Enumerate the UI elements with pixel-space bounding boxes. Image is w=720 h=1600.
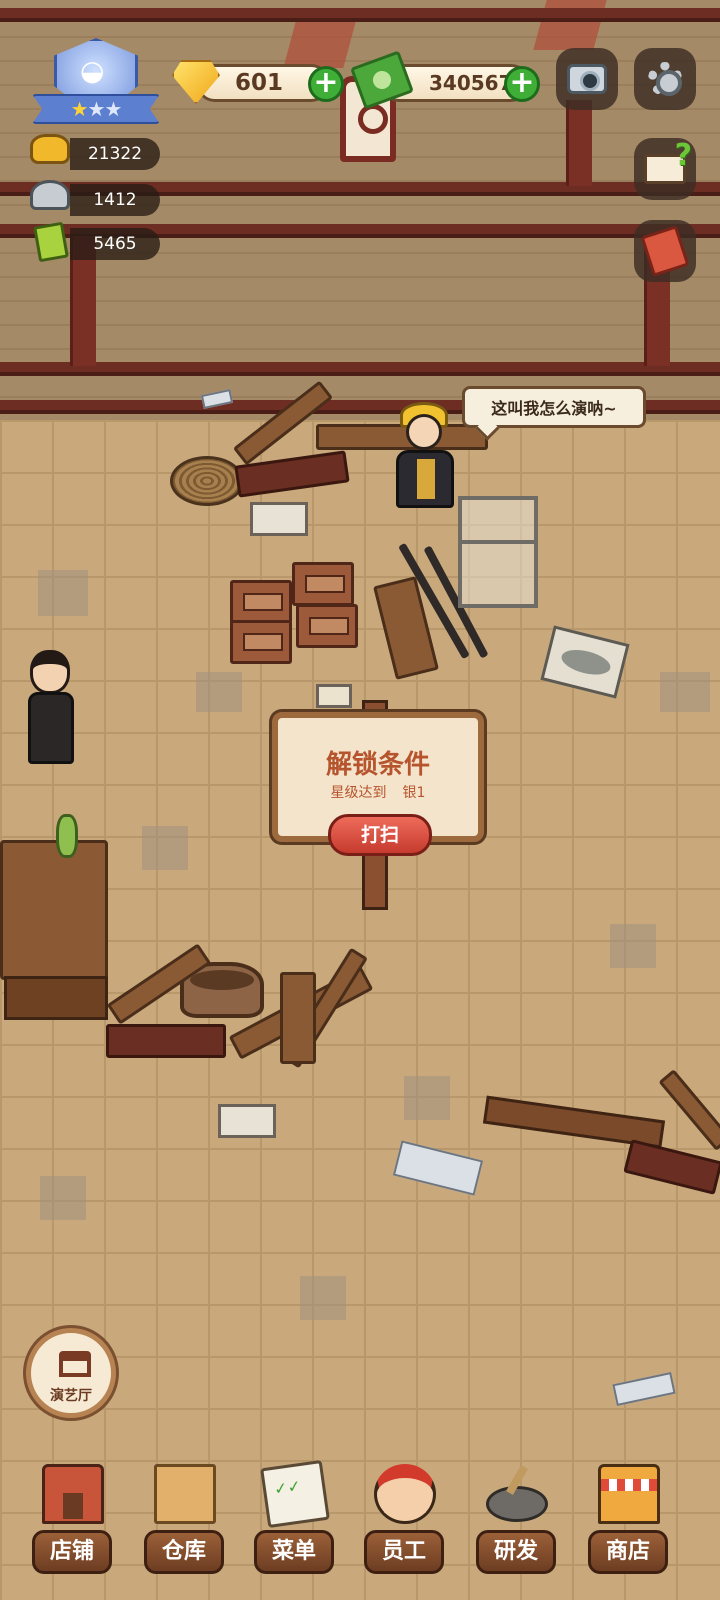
floor-stain	[404, 1076, 450, 1120]
nav-shop-label: 店铺	[32, 1530, 112, 1574]
unlock-title: 解锁条件	[325, 750, 430, 780]
gear-icon	[648, 62, 682, 96]
opera-performer-character[interactable]	[388, 402, 462, 514]
recipe-book-value: 5465	[93, 234, 137, 254]
bottom-nav: 店铺 仓库 菜单 员工 研发 商店	[0, 1450, 720, 1600]
character-head	[406, 414, 442, 450]
bowl-stack	[316, 684, 352, 708]
floor-stain	[38, 570, 88, 616]
dish-cover-value: 1412	[93, 190, 137, 210]
clean-button[interactable]: 打扫	[328, 814, 432, 856]
metal-rack	[458, 496, 538, 608]
nav-research[interactable]: 研发	[472, 1450, 562, 1590]
camera-button[interactable]	[556, 48, 618, 110]
wall-beam	[0, 8, 720, 22]
floor-stain	[40, 1176, 86, 1220]
recipe-book-counter: 5465	[70, 228, 160, 260]
stage-icon	[59, 1351, 91, 1377]
woven-basket	[170, 456, 244, 506]
green-vase	[56, 814, 78, 858]
recipe-book-icon	[33, 221, 69, 263]
dish-cover-counter: 1412	[70, 184, 160, 216]
dusty-table	[0, 840, 108, 980]
whisk-bowl-icon: ◒	[80, 54, 105, 87]
add-gems-button[interactable]: +	[308, 66, 344, 102]
nav-staff[interactable]: 员工	[360, 1450, 450, 1590]
red-book-icon	[640, 225, 690, 277]
drama-hall-label: 演艺厅	[50, 1388, 92, 1404]
unlock-condition-value: 银1	[402, 785, 426, 801]
nav-staff-label: 员工	[364, 1530, 444, 1574]
nav-store-label: 商店	[588, 1530, 668, 1574]
warehouse-boxes-icon	[154, 1464, 216, 1524]
unlock-condition: 星级达到 银1	[278, 782, 478, 802]
add-cash-button[interactable]: +	[504, 66, 540, 102]
gold-ingot-icon	[30, 134, 70, 164]
character-uniform	[28, 692, 74, 764]
floor-stain	[610, 924, 656, 968]
open-box	[250, 502, 308, 536]
menu-clipboard-icon	[260, 1459, 330, 1529]
rank-badge[interactable]: ◒ ★★★	[32, 38, 160, 130]
question-mark-icon: ?	[674, 138, 692, 173]
nav-menu-label: 菜单	[254, 1530, 334, 1574]
nav-warehouse[interactable]: 仓库	[140, 1450, 230, 1590]
dark-plank	[106, 1024, 226, 1058]
exposed-brick	[283, 18, 357, 68]
speech-text: 这叫我怎么演呐~	[491, 399, 617, 418]
table-drawer	[4, 976, 108, 1020]
nav-store[interactable]: 商店	[584, 1450, 674, 1590]
floor-stain	[142, 826, 188, 870]
nav-menu[interactable]: 菜单	[250, 1450, 340, 1590]
camera-icon	[567, 64, 607, 94]
floor-stain	[196, 672, 242, 712]
floor-stain	[660, 672, 710, 712]
unlock-condition-label: 星级达到	[330, 785, 387, 801]
gem-value: 601	[235, 70, 284, 96]
stacked-crate	[292, 562, 354, 606]
dish-cover-icon	[30, 180, 70, 210]
store-icon	[598, 1464, 660, 1524]
wok-research-icon	[486, 1486, 548, 1522]
star-empty-icon: ★	[87, 97, 106, 121]
character-head	[30, 650, 70, 694]
nav-research-label: 研发	[476, 1530, 556, 1574]
stacked-crate	[230, 620, 292, 664]
help-button[interactable]: ?	[634, 138, 696, 200]
star-empty-icon: ★	[104, 97, 122, 121]
journal-button[interactable]	[634, 220, 696, 282]
nav-warehouse-label: 仓库	[144, 1530, 224, 1574]
gold-ingot-value: 21322	[87, 144, 143, 164]
settings-button[interactable]	[634, 48, 696, 110]
open-box	[218, 1104, 276, 1138]
star-filled-icon: ★	[70, 97, 89, 121]
drama-hall-button[interactable]: 演艺厅	[26, 1328, 116, 1418]
waiter-character[interactable]	[20, 650, 84, 770]
restaurant-floor[interactable]	[0, 420, 720, 1600]
speech-bubble: 这叫我怎么演呐~	[462, 386, 646, 428]
wall-beam	[0, 362, 720, 376]
staff-icon	[374, 1464, 436, 1524]
nav-shop[interactable]: 店铺	[28, 1450, 118, 1590]
gold-ingot-counter: 21322	[70, 138, 160, 170]
shop-building-icon	[42, 1464, 104, 1524]
stacked-crate	[296, 604, 358, 648]
rank-stars: ★★★	[60, 96, 132, 122]
cash-value: 340567	[429, 71, 513, 95]
stacked-crate	[230, 580, 292, 624]
floor-stain	[300, 1276, 346, 1320]
wall-post	[566, 100, 592, 186]
broken-bench	[280, 972, 316, 1064]
character-robe	[396, 450, 454, 508]
